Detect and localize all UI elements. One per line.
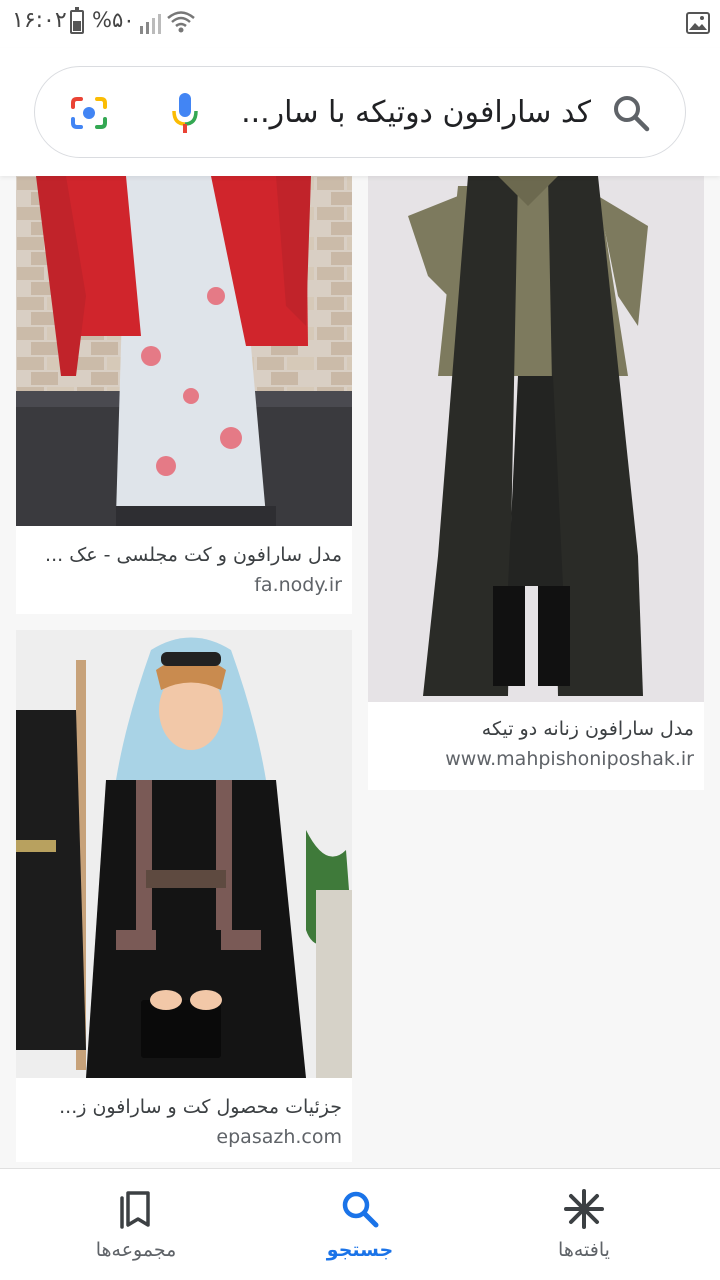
gallery-icon	[686, 12, 710, 34]
result-domain: fa.nody.ir	[254, 574, 342, 596]
result-domain: epasazh.com	[216, 1126, 342, 1148]
result-card[interactable]: مدل سارافون و کت مجلسی - عک ... fa.nody.…	[16, 176, 352, 614]
result-title[interactable]: مدل سارافون زنانه دو تیکه	[378, 718, 694, 740]
result-title[interactable]: جزئیات محصول کت و سارافون ز...	[26, 1096, 342, 1118]
mic-icon[interactable]	[171, 91, 199, 135]
nav-discover[interactable]: یافته‌ها	[494, 1169, 674, 1280]
nav-label: یافته‌ها	[558, 1239, 610, 1261]
wifi-icon	[167, 11, 195, 33]
bottom-nav: یافته‌ها جستجو مجموعه‌ها	[0, 1168, 720, 1280]
bookmarks-icon	[120, 1191, 150, 1229]
nav-search[interactable]: جستجو	[270, 1169, 450, 1280]
status-bar: ۱۶:۰۲ %۵۰	[0, 0, 720, 48]
search-bar[interactable]: کد سارافون دوتیکه با سار...	[34, 66, 686, 158]
asterisk-icon	[564, 1189, 604, 1229]
search-icon	[342, 1191, 379, 1228]
nav-label: جستجو	[326, 1239, 394, 1261]
nav-label: مجموعه‌ها	[95, 1239, 177, 1261]
result-domain: www.mahpishoniposhak.ir	[445, 748, 694, 770]
result-image[interactable]	[368, 176, 704, 702]
signal-icon	[140, 14, 161, 34]
nav-collections[interactable]: مجموعه‌ها	[46, 1169, 226, 1280]
battery-level: %۵۰	[92, 8, 135, 32]
result-title[interactable]: مدل سارافون و کت مجلسی - عک ...	[26, 544, 342, 566]
lens-icon[interactable]	[69, 95, 109, 131]
status-time: ۱۶:۰۲	[12, 8, 67, 33]
search-icon[interactable]	[611, 93, 651, 133]
result-image[interactable]	[16, 176, 352, 526]
header: کد سارافون دوتیکه با سار...	[0, 48, 720, 176]
result-card[interactable]: مدل سارافون زنانه دو تیکه www.mahpishoni…	[368, 176, 704, 790]
battery-icon	[70, 7, 84, 34]
search-query[interactable]: کد سارافون دوتیکه با سار...	[241, 91, 591, 135]
page: ۱۶:۰۲ %۵۰ کد سارافون دوتیکه با سار... مد…	[0, 0, 720, 1280]
result-card[interactable]: جزئیات محصول کت و سارافون ز... epasazh.c…	[16, 630, 352, 1162]
result-image[interactable]	[16, 630, 352, 1078]
